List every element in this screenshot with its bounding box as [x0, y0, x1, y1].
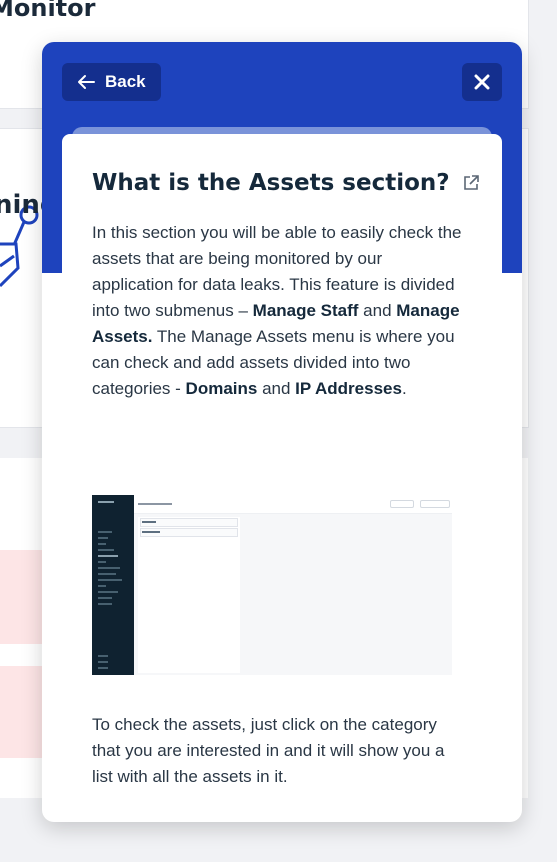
back-button-label: Back [105, 72, 146, 91]
background-alert-row [0, 666, 44, 758]
highlight-ip-addresses: IP Addresses [295, 379, 402, 398]
article-title: What is the Assets section? [92, 170, 480, 196]
external-link-icon[interactable] [462, 174, 480, 192]
background-alert-row [0, 550, 44, 644]
help-modal: Back What is the Assets section? In this… [42, 42, 522, 822]
close-button[interactable] [462, 63, 502, 101]
assets-screenshot-image [92, 495, 452, 675]
article-card[interactable]: What is the Assets section? In this sect… [62, 134, 502, 822]
highlight-domains: Domains [185, 379, 258, 398]
highlight-manage-staff: Manage Staff [252, 301, 359, 320]
arrow-left-icon [78, 75, 95, 89]
close-icon [474, 74, 490, 90]
article-outro-paragraph: To check the assets, just click on the c… [92, 715, 445, 786]
article-title-text: What is the Assets section? [92, 170, 450, 196]
back-button[interactable]: Back [62, 63, 161, 101]
background-page-title: Monitor [0, 0, 96, 22]
article-intro-paragraph: In this section you will be able to easi… [92, 223, 462, 398]
